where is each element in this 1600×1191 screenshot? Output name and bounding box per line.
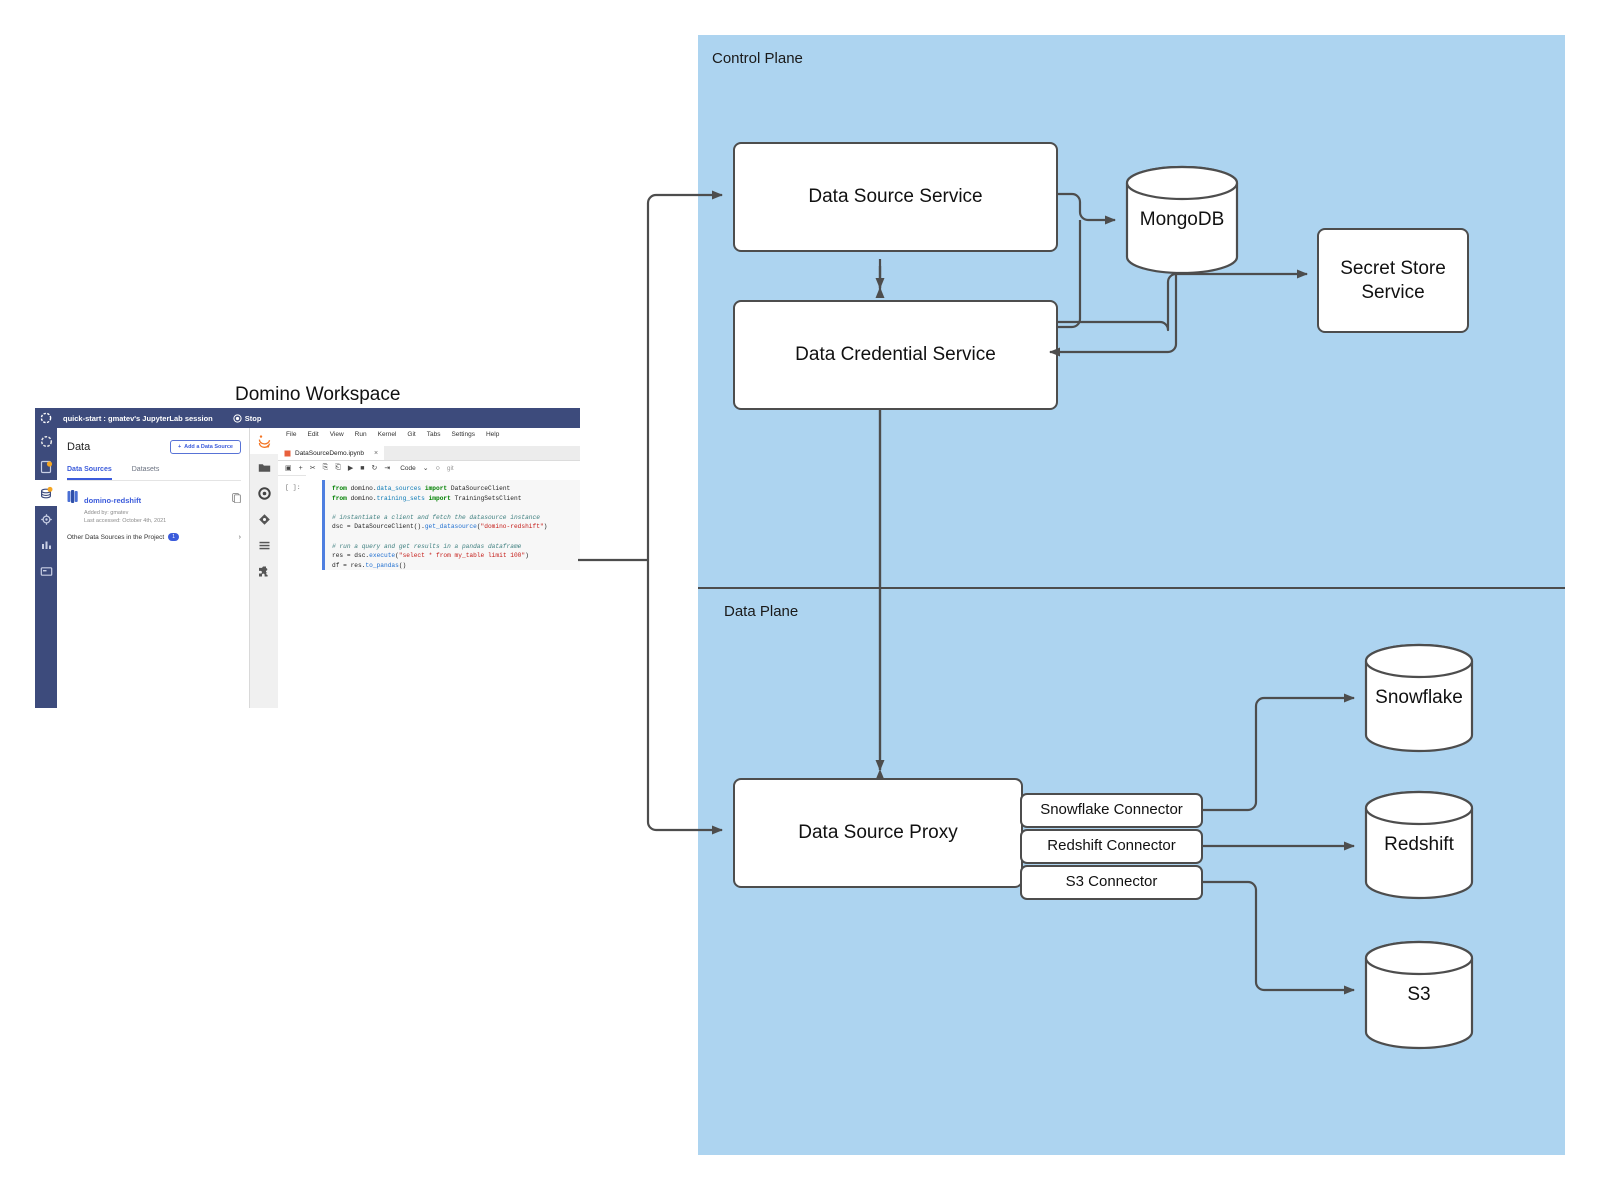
metrics-chart-icon[interactable] (35, 532, 57, 558)
chevron-right-icon[interactable]: › (239, 534, 241, 541)
jupyterlab-main: File Edit View Run Kernel Git Tabs Setti… (278, 428, 580, 708)
copy-icon[interactable] (232, 490, 241, 524)
data-source-name[interactable]: domino-redshift (84, 496, 141, 505)
stop-button[interactable]: Stop (233, 414, 262, 423)
stop-kernel-icon[interactable]: ■ (360, 465, 364, 472)
menu-edit[interactable]: Edit (307, 431, 318, 438)
close-icon[interactable]: × (374, 450, 378, 457)
notebook-toolbar: ▣ + ✂ ⎘ ⎗ ▶ ■ ↻ ⇥ Code ⌄ ○ git (278, 461, 580, 476)
box-s3-connector[interactable]: S3 Connector (1020, 865, 1203, 900)
restart-kernel-icon[interactable]: ↻ (371, 464, 377, 472)
tab-data-sources[interactable]: Data Sources (67, 466, 112, 480)
notebook-code-cell[interactable]: [ ]: from domino.data_sources import Dat… (322, 480, 580, 570)
other-data-sources-label: Other Data Sources in the Project (67, 534, 164, 541)
other-data-sources-row[interactable]: Other Data Sources in the Project 1 › (67, 533, 241, 541)
save-icon[interactable]: ▣ (285, 464, 292, 472)
workspace-topbar: quick-start : gmatev's JupyterLab sessio… (35, 408, 580, 428)
folder-icon[interactable] (250, 454, 278, 480)
menu-kernel[interactable]: Kernel (378, 431, 397, 438)
cylinder-s3[interactable]: S3 (1364, 940, 1474, 1050)
notebook-tabbar: DataSourceDemo.ipynb × (278, 446, 580, 461)
copy-icon[interactable]: ⎘ (323, 464, 329, 472)
jupyter-logo-icon[interactable] (250, 428, 278, 454)
add-data-source-button[interactable]: + Add a Data Source (170, 440, 241, 454)
git-icon[interactable] (250, 506, 278, 532)
other-data-sources-count: 1 (168, 533, 179, 541)
notebook-tab-label: DataSourceDemo.ipynb (295, 450, 364, 457)
table-of-contents-icon[interactable] (250, 532, 278, 558)
list-item[interactable]: domino-redshift Added by: gmatev Last ac… (67, 490, 241, 524)
cut-icon[interactable]: ✂ (310, 464, 316, 472)
domino-logo-icon[interactable] (35, 428, 57, 454)
stop-icon (233, 414, 242, 423)
redshift-datasource-icon (67, 490, 78, 524)
paste-icon[interactable]: ⎗ (335, 464, 341, 472)
stop-label: Stop (245, 414, 262, 423)
session-title: quick-start : gmatev's JupyterLab sessio… (63, 414, 213, 423)
files-icon[interactable] (35, 454, 57, 480)
workspace-title: Domino Workspace (235, 384, 400, 406)
cylinder-mongodb-label: MongoDB (1125, 209, 1239, 231)
run-cell-icon[interactable]: ▶ (348, 464, 353, 472)
plane-divider (698, 587, 1565, 589)
data-plane-label: Data Plane (724, 603, 798, 620)
jupyterlab-menubar: File Edit View Run Kernel Git Tabs Setti… (278, 431, 499, 438)
box-data-source-service[interactable]: Data Source Service (733, 142, 1058, 252)
running-kernels-icon[interactable] (250, 480, 278, 506)
cell-prompt: [ ]: (285, 484, 301, 491)
menu-settings[interactable]: Settings (451, 431, 475, 438)
data-panel-title: Data (67, 441, 90, 453)
menu-help[interactable]: Help (486, 431, 499, 438)
hardware-card-icon[interactable] (35, 558, 57, 584)
menu-view[interactable]: View (330, 431, 344, 438)
cell-source-code[interactable]: from domino.data_sources import DataSour… (332, 484, 547, 570)
data-source-last-accessed: Last accessed: October 4th, 2021 (84, 518, 226, 524)
domino-logo-icon[interactable] (35, 408, 57, 428)
data-icon (40, 486, 53, 500)
secret-store-line-1: Secret Store (1340, 258, 1446, 279)
data-panel-tabs: Data Sources Datasets (67, 466, 241, 481)
extensions-puzzle-icon[interactable] (250, 558, 278, 584)
box-redshift-connector[interactable]: Redshift Connector (1020, 829, 1203, 864)
data-source-added-by: Added by: gmatev (84, 510, 226, 516)
menu-file[interactable]: File (286, 431, 296, 438)
jupyterlab-left-rail (250, 428, 279, 708)
jupyterlab-pane: File Edit View Run Kernel Git Tabs Setti… (250, 428, 580, 708)
notebook-file-icon (284, 450, 291, 457)
box-data-source-proxy[interactable]: Data Source Proxy (733, 778, 1023, 888)
cylinder-redshift-label: Redshift (1364, 834, 1474, 856)
settings-gear-icon[interactable] (35, 506, 57, 532)
box-secret-store-service[interactable]: Secret Store Service (1317, 228, 1469, 333)
cylinder-mongodb[interactable]: MongoDB (1125, 165, 1239, 275)
add-data-source-label: Add a Data Source (184, 444, 233, 450)
data-panel: Data + Add a Data Source Data Sources Da… (57, 428, 250, 708)
box-data-credential-service[interactable]: Data Credential Service (733, 300, 1058, 410)
cylinder-s3-label: S3 (1364, 984, 1474, 1006)
control-plane-label: Control Plane (712, 50, 803, 67)
cell-type-select[interactable]: Code (400, 465, 416, 472)
secret-store-line-2: Service (1361, 282, 1424, 303)
chevron-down-icon[interactable]: ⌄ (423, 464, 429, 472)
kernel-idle-icon: ○ (436, 465, 440, 472)
data-panel-header: Data + Add a Data Source (67, 440, 241, 454)
menu-git[interactable]: Git (407, 431, 415, 438)
menu-tabs[interactable]: Tabs (427, 431, 441, 438)
restart-run-all-icon[interactable]: ⇥ (384, 464, 390, 472)
domino-left-rail (35, 428, 57, 708)
notebook-tab[interactable]: DataSourceDemo.ipynb × (278, 446, 384, 460)
cylinder-snowflake[interactable]: Snowflake (1364, 643, 1474, 753)
menu-run[interactable]: Run (355, 431, 367, 438)
sidebar-item-data[interactable] (35, 480, 57, 506)
cylinder-redshift[interactable]: Redshift (1364, 790, 1474, 900)
domino-workspace-screenshot[interactable]: quick-start : gmatev's JupyterLab sessio… (35, 408, 580, 708)
add-cell-icon[interactable]: + (299, 465, 303, 472)
tab-datasets[interactable]: Datasets (132, 466, 160, 480)
cylinder-snowflake-label: Snowflake (1364, 687, 1474, 709)
git-branch-label: git (447, 465, 454, 472)
box-snowflake-connector[interactable]: Snowflake Connector (1020, 793, 1203, 828)
